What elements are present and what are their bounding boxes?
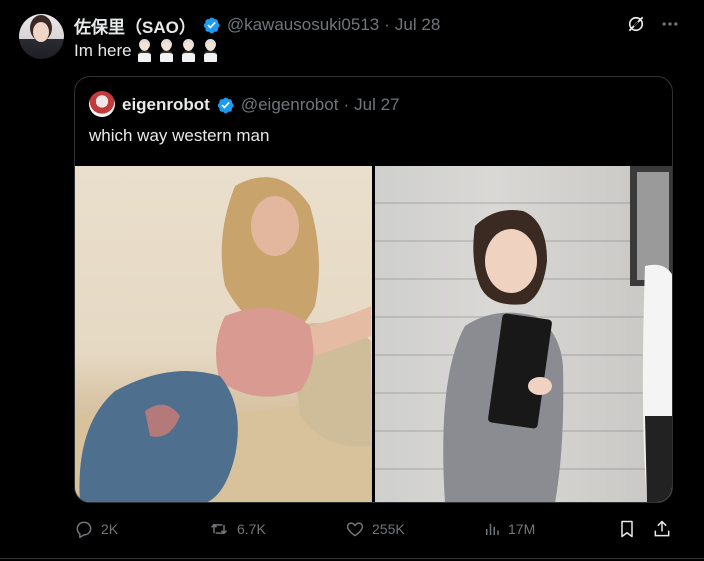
reply-button[interactable]: 2K <box>74 516 118 542</box>
bookmark-button[interactable] <box>617 516 637 542</box>
quoted-author-handle[interactable]: @eigenrobot <box>241 95 339 115</box>
tweet-text: Im here <box>74 40 221 62</box>
quoted-author-avatar[interactable] <box>89 91 115 117</box>
grok-icon[interactable] <box>626 14 646 34</box>
separator-dot: · <box>343 95 350 114</box>
tweet-header: 佐保里（SAO） @kawausosuki0513 · Jul 28 <box>74 13 440 38</box>
repost-icon <box>210 523 228 535</box>
quoted-tweet-header: eigenrobot @eigenrobot · Jul 27 <box>122 95 400 115</box>
share-button[interactable] <box>652 516 672 542</box>
person-in-suit-emoji-icon <box>134 40 155 62</box>
like-button[interactable]: 255K <box>345 516 405 542</box>
reply-count: 2K <box>101 521 119 537</box>
share-icon <box>654 520 670 537</box>
bookmark-icon <box>621 520 633 538</box>
views-count: 17M <box>508 521 536 537</box>
verified-badge-icon <box>203 17 220 33</box>
author-handle[interactable]: @kawausosuki0513 <box>227 15 379 35</box>
photo-woman-on-couch[interactable] <box>75 166 372 502</box>
person-in-suit-emoji-icon <box>178 40 199 62</box>
views-chart-icon <box>486 523 499 535</box>
quoted-tweet[interactable]: eigenrobot @eigenrobot · Jul 27 which wa… <box>74 76 673 503</box>
quoted-tweet-media <box>75 166 672 502</box>
repost-button[interactable]: 6.7K <box>208 516 266 542</box>
author-avatar[interactable] <box>19 14 64 59</box>
tweet-actions: 2K 6.7K 255K 17M <box>74 516 674 542</box>
views-button[interactable]: 17M <box>483 516 535 542</box>
photo-woman-in-suit-illustration <box>443 166 672 502</box>
heart-icon <box>346 522 364 537</box>
quoted-author-display-name[interactable]: eigenrobot <box>122 95 210 115</box>
photo-woman-in-suit[interactable] <box>375 166 672 502</box>
more-options-icon[interactable] <box>660 14 680 34</box>
bottom-divider <box>0 558 704 559</box>
photo-woman-on-couch-illustration <box>75 177 371 502</box>
person-in-suit-emoji-icon <box>156 40 177 62</box>
repost-count: 6.7K <box>237 521 266 537</box>
emoji-row <box>134 40 221 62</box>
tweet-body: Im here <box>74 41 132 60</box>
separator-dot: · <box>384 15 390 34</box>
reply-icon <box>76 521 92 539</box>
quoted-tweet-date[interactable]: Jul 27 <box>354 95 399 115</box>
tweet-top-actions <box>626 14 680 34</box>
person-in-suit-emoji-icon <box>200 40 221 62</box>
quoted-tweet-text: which way western man <box>89 126 270 145</box>
author-display-name[interactable]: 佐保里（SAO） <box>74 13 196 38</box>
tweet-date[interactable]: Jul 28 <box>395 15 440 35</box>
verified-badge-icon <box>217 97 234 113</box>
tweet[interactable]: 佐保里（SAO） @kawausosuki0513 · Jul 28 Im he… <box>0 0 704 561</box>
like-count: 255K <box>372 521 405 537</box>
